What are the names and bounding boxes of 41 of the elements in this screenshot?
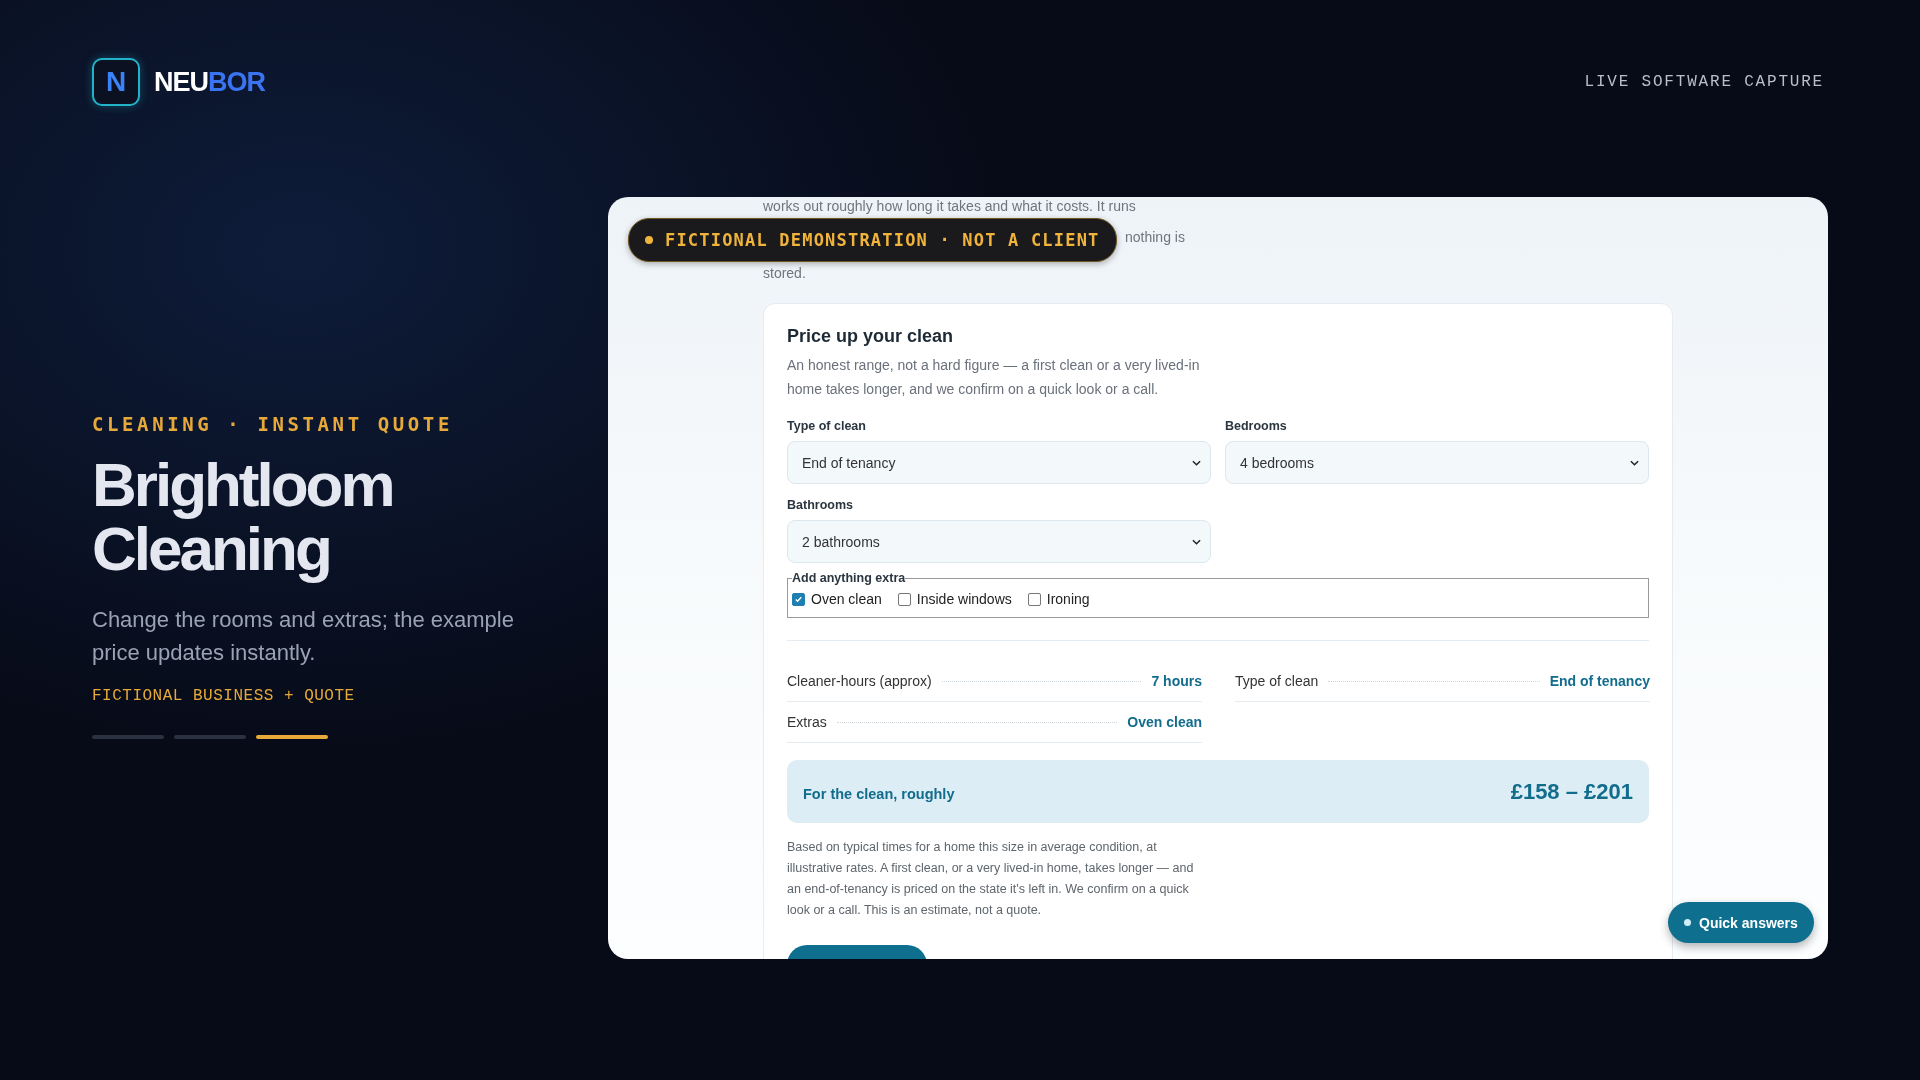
check-icon [794, 594, 803, 604]
brand-name: NEUBOR [154, 66, 265, 98]
chevron-icon [1192, 538, 1201, 545]
chevron-icon [1192, 459, 1201, 466]
hero-title: Brightloom [92, 453, 394, 517]
header-tag: LIVE SOFTWARE CAPTURE [1584, 73, 1824, 91]
checkbox-label: Oven clean [811, 591, 882, 607]
quick-answers-button[interactable]: Quick answers [1668, 902, 1814, 943]
badge-text: FICTIONAL DEMONSTRATION · NOT A CLIENT [665, 230, 1100, 250]
checkbox[interactable] [792, 592, 805, 606]
dot-icon [645, 236, 653, 244]
logo-icon: N [92, 58, 140, 106]
chevron-icon [1630, 459, 1639, 466]
field-label: Type of clean [787, 419, 867, 433]
select-field[interactable]: End of tenancy [787, 441, 1211, 484]
hero-subtitle: Change the rooms and extras; the example price updates instantly. [92, 606, 515, 667]
summary-label: Type of clean [1235, 673, 1319, 689]
form-description: An honest range, not a hard figure — a first clean or a very lived-in home takes longer, and we confirm on a quick look or a call. [787, 356, 1201, 399]
intro-text: nothing is [1125, 228, 1185, 247]
checkbox[interactable] [897, 592, 911, 606]
eyebrow: CLEANING · INSTANT QUOTE [92, 413, 454, 435]
summary-label: Extras [787, 714, 827, 730]
summary-value: Oven clean [1127, 714, 1202, 730]
select-field[interactable]: 4 bedrooms [1225, 441, 1649, 484]
select-field[interactable]: 2 bathrooms [787, 520, 1211, 563]
disclaimer: Based on typical times for a home this size in average condition, at illustrative rates. A first clean, or a very lived-in home, takes longer — and an end-of-tenancy is priced on the state it's left in. We confirm on a quick look or a call. This is an estimate, not a quote. [787, 839, 1195, 919]
summary-label: Cleaner-hours (approx) [787, 673, 932, 689]
intro-text: stored. [763, 264, 806, 283]
field-label: Bedrooms [1225, 419, 1288, 433]
hero-tag: FICTIONAL BUSINESS + QUOTE [92, 687, 562, 705]
checkbox-label: Inside windows [916, 591, 1012, 607]
intro-text: works out roughly how long it takes and what it costs. It runs [763, 197, 1136, 216]
summary-value: 7 hours [1151, 673, 1202, 689]
price-range: £158 – £201 [1510, 778, 1633, 805]
form-title: Price up your clean [787, 326, 955, 347]
summary-value: End of tenancy [1549, 673, 1650, 689]
checkbox[interactable] [1027, 592, 1041, 606]
price-label: For the clean, roughly [803, 785, 955, 802]
field-label: Bathrooms [787, 498, 854, 512]
extras-legend: Add anything extra [792, 571, 906, 585]
checkbox-label: Ironing [1046, 591, 1090, 607]
